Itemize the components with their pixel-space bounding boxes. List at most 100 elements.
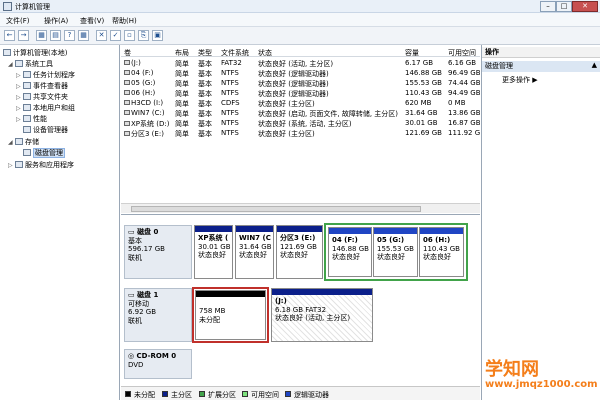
performance-icon [23,115,31,122]
legend-swatch-free-space [242,391,248,397]
watermark-logo: 学知网 www.jmqz1000.com [485,359,598,390]
expand-icon[interactable]: ▷ [16,94,23,101]
forward-icon[interactable]: → [18,30,29,41]
partition-05[interactable]: 05 (G:) 155.53 GB 状态良好 [373,227,418,277]
cd-drive-icon [124,100,130,105]
volume-icon [124,110,130,115]
tree-item-device-manager[interactable]: 设备管理器 [16,125,68,135]
table-row[interactable]: 05 (G:) 简单 基本 NTFS 状态良好 (逻辑驱动器) 155.53 G… [121,79,480,88]
back-icon[interactable]: ← [4,30,15,41]
table-row[interactable]: H3CD (I:) 简单 基本 CDFS 状态良好 (主分区) 620 MB 0… [121,99,480,108]
partition-j[interactable]: (J:) 6.18 GB FAT32 状态良好 (活动, 主分区) [271,288,373,342]
more-actions-link[interactable]: 更多操作 ▶ [502,75,538,85]
tree-item-local-users[interactable]: ▷ 本地用户和组 [16,103,75,113]
disk-graphical-view: ▭ 磁盘 0 基本 596.17 GB 联机 XP系统 ( 30.01 GB 状… [121,215,480,400]
partition-3[interactable]: 分区3 (E:) 121.69 GB 状态良好 [276,225,323,279]
volume-list-header: 卷 布局 类型 文件系统 状态 容量 可用空间 [121,47,480,57]
partition-xp-system[interactable]: XP系统 ( 30.01 GB 状态良好 [194,225,233,279]
horizontal-scrollbar[interactable] [121,203,480,213]
volume-icon [124,90,130,95]
toolbar: ← → ▦ ▤ ? ▦ ✕ ✓ ▫ ⎘ ▣ [0,27,600,45]
column-header-filesystem[interactable]: 文件系统 [221,48,257,58]
table-row[interactable]: 04 (F:) 简单 基本 NTFS 状态良好 (逻辑驱动器) 146.88 G… [121,69,480,78]
volume-icon [124,70,130,75]
volume-icon [124,121,130,126]
users-icon [23,104,31,111]
table-row[interactable]: 分区3 (E:) 简单 基本 NTFS 状态良好 (主分区) 121.69 GB… [121,129,480,138]
tree-item-shared-folders[interactable]: ▷ 共享文件夹 [16,92,68,102]
legend-label-logical: 逻辑驱动器 [294,391,329,399]
table-row[interactable]: XP系统 (D:) 简单 基本 NTFS 状态良好 (系统, 活动, 主分区) … [121,119,480,128]
column-header-free-space[interactable]: 可用空间 [448,48,480,58]
collapse-icon[interactable]: ◢ [8,61,15,68]
partition-06[interactable]: 06 (H:) 110.43 GB 状态良好 [419,227,464,277]
partition-04[interactable]: 04 (F:) 146.88 GB 状态良好 [328,227,372,277]
window-title: 计算机管理 [15,3,50,11]
close-button[interactable]: ✕ [572,1,598,12]
column-header-volume[interactable]: 卷 [124,48,174,58]
view-icon[interactable]: ▣ [152,30,163,41]
expand-icon[interactable]: ▷ [16,72,23,79]
clock-icon [23,71,31,78]
list-view-icon[interactable]: ▤ [50,30,61,41]
computer-icon [3,49,11,56]
menu-action[interactable]: 操作(A) [44,16,68,26]
disk-0-name: ▭ 磁盘 0 [128,228,159,236]
disk-management-icon [23,149,31,156]
column-header-status[interactable]: 状态 [258,48,401,58]
disk-1-name: ▭ 磁盘 1 [128,291,159,299]
navigation-tree: 计算机管理(本地) ◢ 系统工具 ▷ 任务计划程序 ▷ 事件查看器 ▷ 共享文件夹 ▷ 本… [0,45,120,400]
check-icon[interactable]: ✓ [110,30,121,41]
tree-item-task-scheduler[interactable]: ▷ 任务计划程序 [16,70,75,80]
event-log-icon [23,82,31,89]
disk-0-label[interactable]: ▭ 磁盘 0 基本 596.17 GB 联机 [124,225,192,279]
actions-pane: 操作 磁盘管理 ▲ 更多操作 ▶ [481,45,600,400]
device-manager-icon [23,126,31,133]
expand-icon[interactable]: ▷ [16,116,23,123]
cd-drive-icon: ◎ [128,352,137,360]
partition-win7[interactable]: WIN7 (C 31.64 GB 状态良好 [235,225,274,279]
table-row[interactable]: WIN7 (C:) 简单 基本 NTFS 状态良好 (启动, 页面文件, 故障转… [121,109,480,118]
delete-icon[interactable]: ✕ [96,30,107,41]
removable-disk-icon: ▭ [128,291,138,299]
table-row[interactable]: (J:) 简单 基本 FAT32 状态良好 (活动, 主分区) 6.17 GB … [121,59,480,68]
partition-unallocated[interactable]: 758 MB 未分配 [195,290,266,340]
legend-bar: 未分配 主分区 扩展分区 可用空间 逻辑驱动器 [121,386,480,400]
scrollbar-thumb[interactable] [131,206,421,212]
maximize-button[interactable]: □ [556,1,572,12]
tree-item-system-tools[interactable]: ◢ 系统工具 [8,59,53,69]
collapse-icon[interactable]: ◢ [8,139,15,146]
tree-item-performance[interactable]: ▷ 性能 [16,114,47,124]
tree-item-disk-management[interactable]: 磁盘管理 [16,148,65,158]
tree-item-event-viewer[interactable]: ▷ 事件查看器 [16,81,68,91]
expand-icon[interactable]: ▷ [16,83,23,90]
tree-root[interactable]: 计算机管理(本地) [3,48,67,58]
tree-item-storage[interactable]: ◢ 存储 [8,137,39,147]
disk-1-label[interactable]: ▭ 磁盘 1 可移动 6.92 GB 联机 [124,288,192,342]
table-row[interactable]: 06 (H:) 简单 基本 NTFS 状态良好 (逻辑驱动器) 110.43 G… [121,89,480,98]
legend-swatch-primary [162,391,168,397]
search-icon[interactable]: ⎘ [138,30,149,41]
actions-section-disk-management[interactable]: 磁盘管理 ▲ [482,61,600,72]
menu-help[interactable]: 帮助(H) [112,16,137,26]
column-header-layout[interactable]: 布局 [175,48,197,58]
open-icon[interactable]: ▫ [124,30,135,41]
computer-management-icon [3,2,12,11]
cdrom-0-label[interactable]: ◎ CD-ROM 0 DVD [124,349,192,379]
column-header-capacity[interactable]: 容量 [405,48,447,58]
column-header-type[interactable]: 类型 [198,48,220,58]
legend-swatch-extended [199,391,205,397]
volume-icon [124,60,130,65]
help-icon[interactable]: ? [64,30,75,41]
menu-view[interactable]: 查看(V) [80,16,104,26]
expand-icon[interactable]: ▷ [16,105,23,112]
show-hide-tree-icon[interactable]: ▦ [36,30,47,41]
expand-icon[interactable]: ▷ [8,162,15,169]
properties-icon[interactable]: ▦ [78,30,89,41]
minimize-button[interactable]: – [540,1,556,12]
volume-list: 卷 布局 类型 文件系统 状态 容量 可用空间 (J:) 简单 基本 FAT32… [121,45,480,215]
tree-item-services-apps[interactable]: ▷ 服务和应用程序 [8,160,74,170]
volume-icon [124,80,130,85]
legend-label-unallocated: 未分配 [134,391,155,399]
menu-file[interactable]: 文件(F) [6,16,30,26]
